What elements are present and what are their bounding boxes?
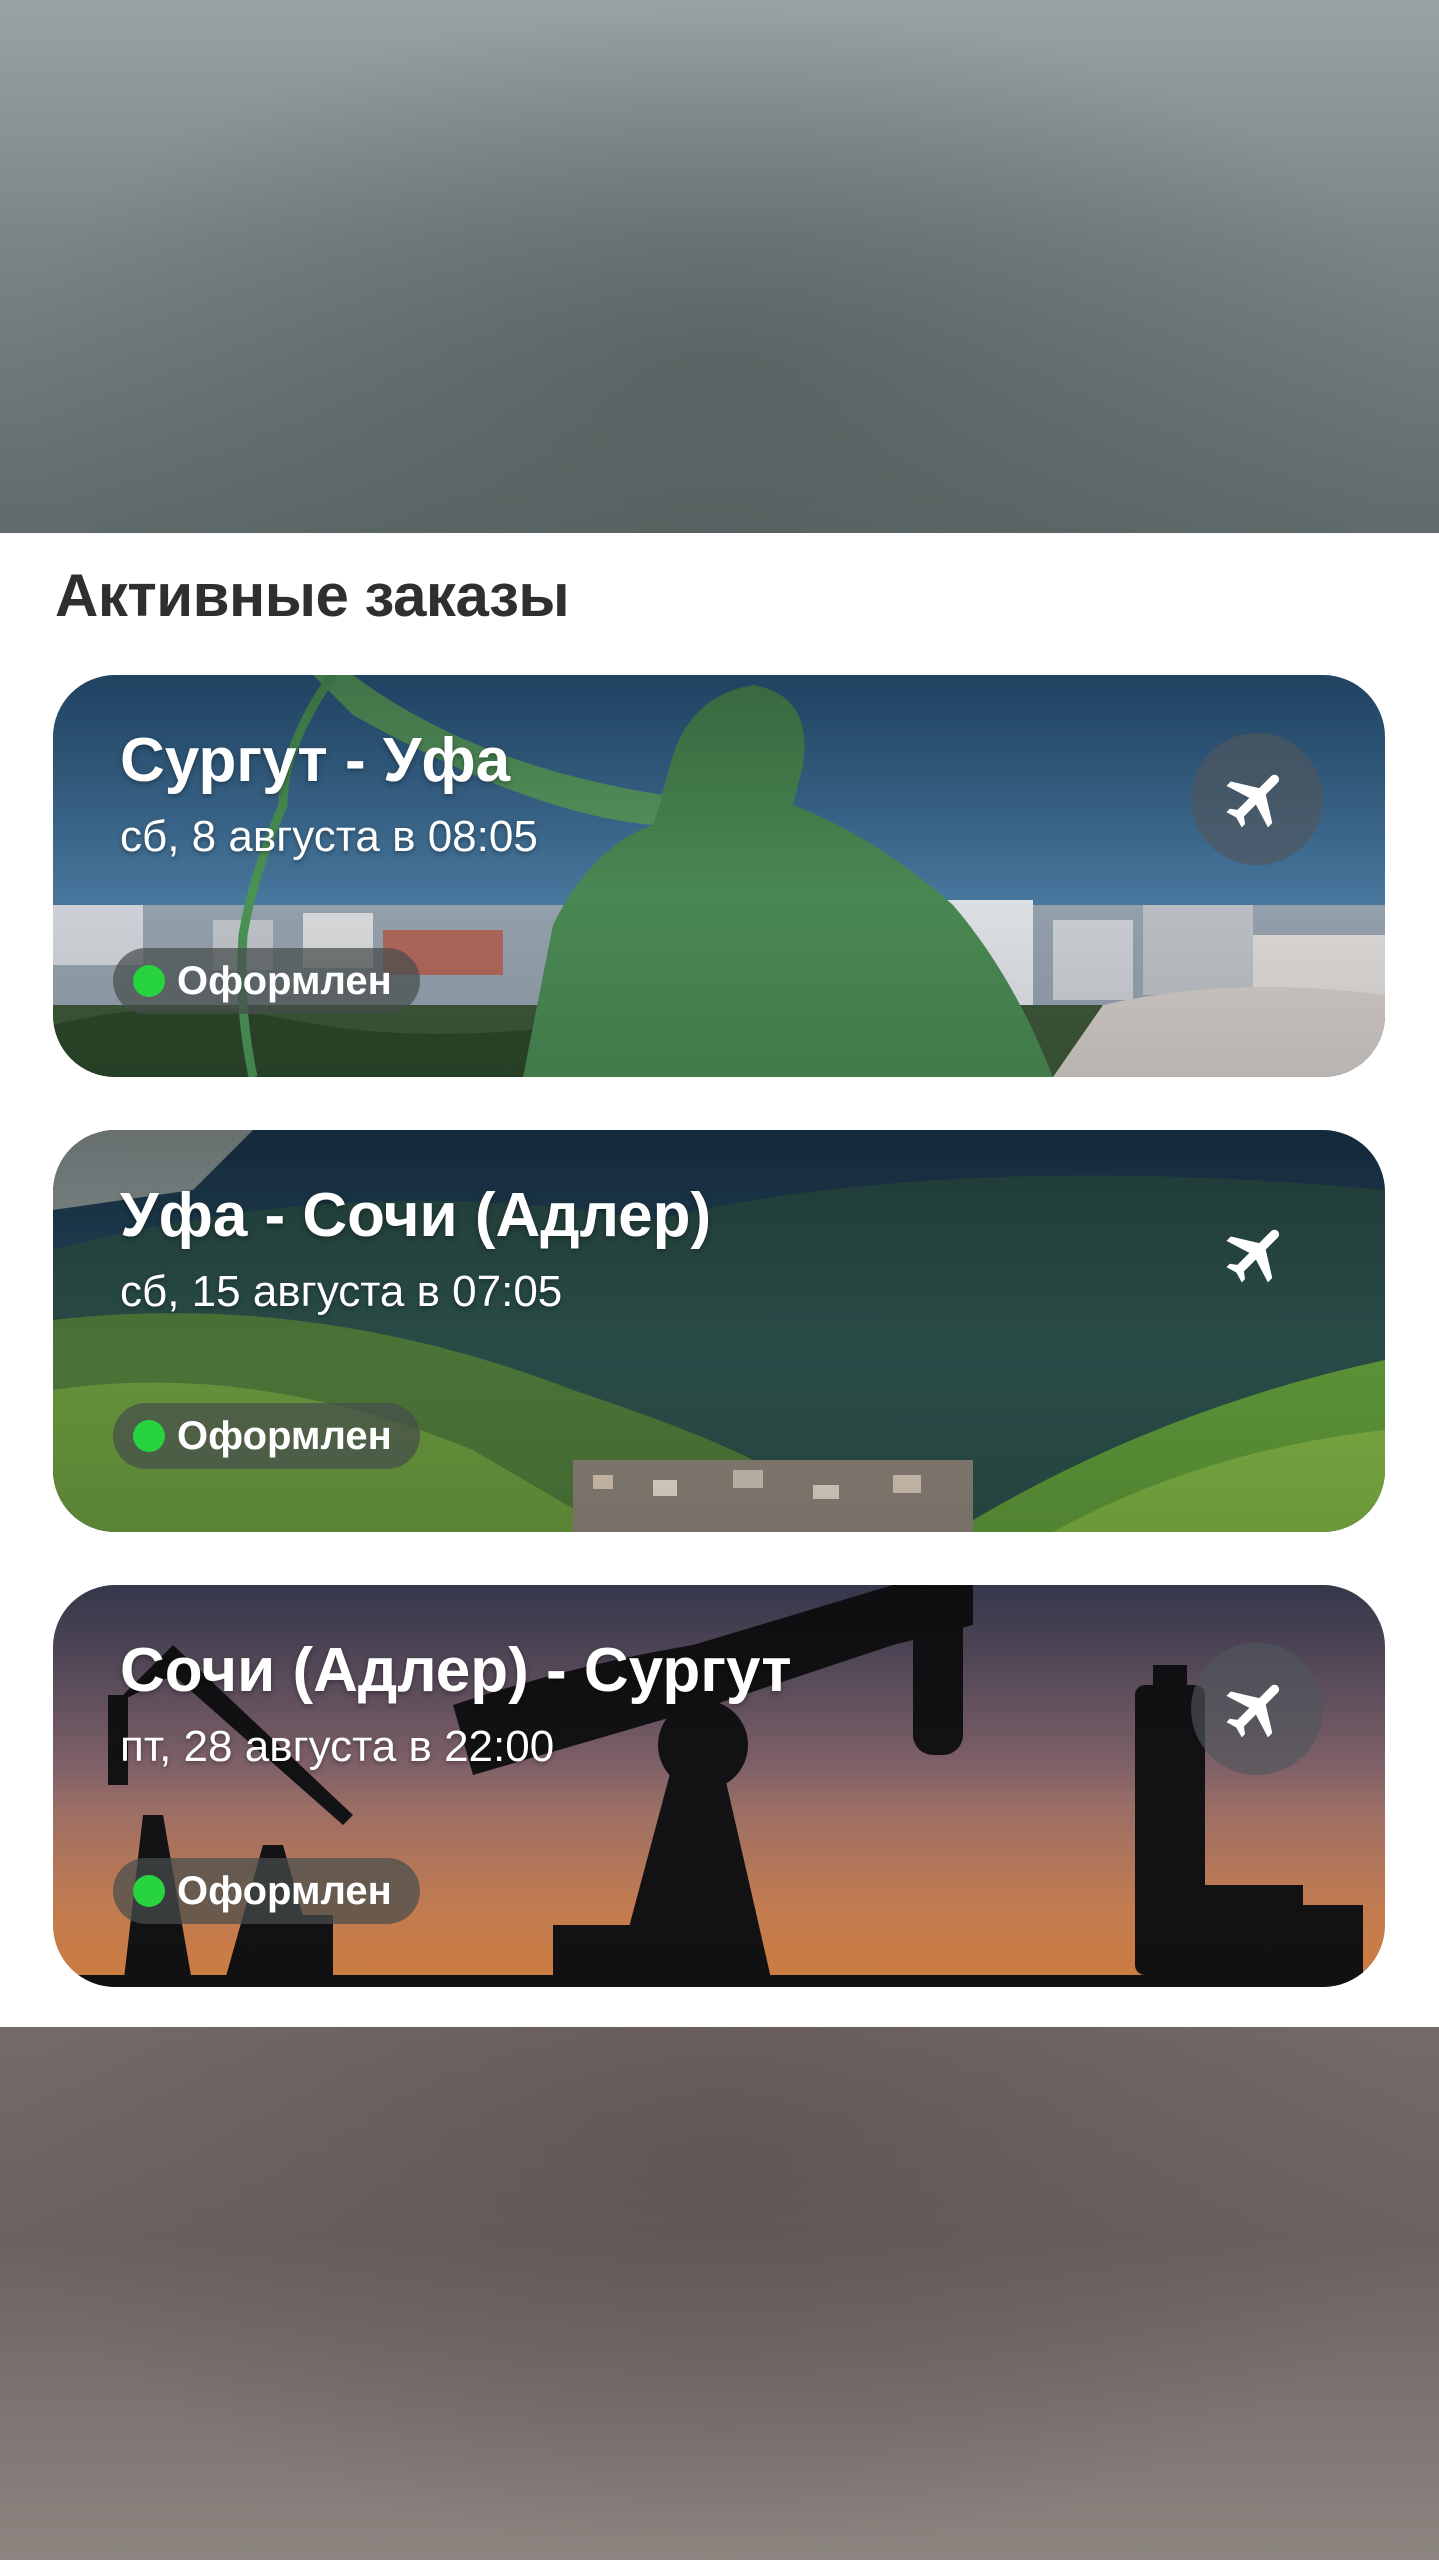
airplane-button[interactable] — [1191, 1188, 1323, 1320]
active-orders-sheet: Активные заказы Сургут - Уфа сб, 8 авгус… — [0, 533, 1439, 2027]
departure-date: сб, 8 августа в 08:05 — [120, 812, 538, 861]
status-badge: Оформлен — [113, 948, 420, 1014]
route-title: Сочи (Адлер) - Сургут — [120, 1636, 792, 1705]
order-card-1[interactable]: Сургут - Уфа сб, 8 августа в 08:05 Оформ… — [53, 675, 1385, 1077]
blurred-background-top — [0, 0, 1439, 533]
status-dot-icon — [133, 1875, 165, 1907]
route-title: Сургут - Уфа — [120, 726, 511, 795]
status-dot-icon — [133, 1420, 165, 1452]
status-label: Оформлен — [177, 958, 392, 1003]
departure-date: пт, 28 августа в 22:00 — [120, 1722, 555, 1771]
airplane-icon — [1226, 1684, 1280, 1738]
status-badge: Оформлен — [113, 1858, 420, 1924]
section-title: Активные заказы — [55, 562, 570, 629]
order-card-3[interactable]: Сочи (Адлер) - Сургут пт, 28 августа в 2… — [53, 1585, 1385, 1987]
blurred-background-bottom — [0, 2027, 1439, 2560]
status-label: Оформлен — [177, 1868, 392, 1913]
airplane-button[interactable] — [1191, 1643, 1323, 1775]
airplane-button[interactable] — [1191, 733, 1323, 865]
departure-date: сб, 15 августа в 07:05 — [120, 1267, 563, 1316]
airplane-icon — [1226, 774, 1280, 828]
status-badge: Оформлен — [113, 1403, 420, 1469]
status-label: Оформлен — [177, 1413, 392, 1458]
status-dot-icon — [133, 965, 165, 997]
airplane-icon — [1226, 1229, 1280, 1283]
route-title: Уфа - Сочи (Адлер) — [120, 1181, 712, 1250]
order-card-2[interactable]: Уфа - Сочи (Адлер) сб, 15 августа в 07:0… — [53, 1130, 1385, 1532]
